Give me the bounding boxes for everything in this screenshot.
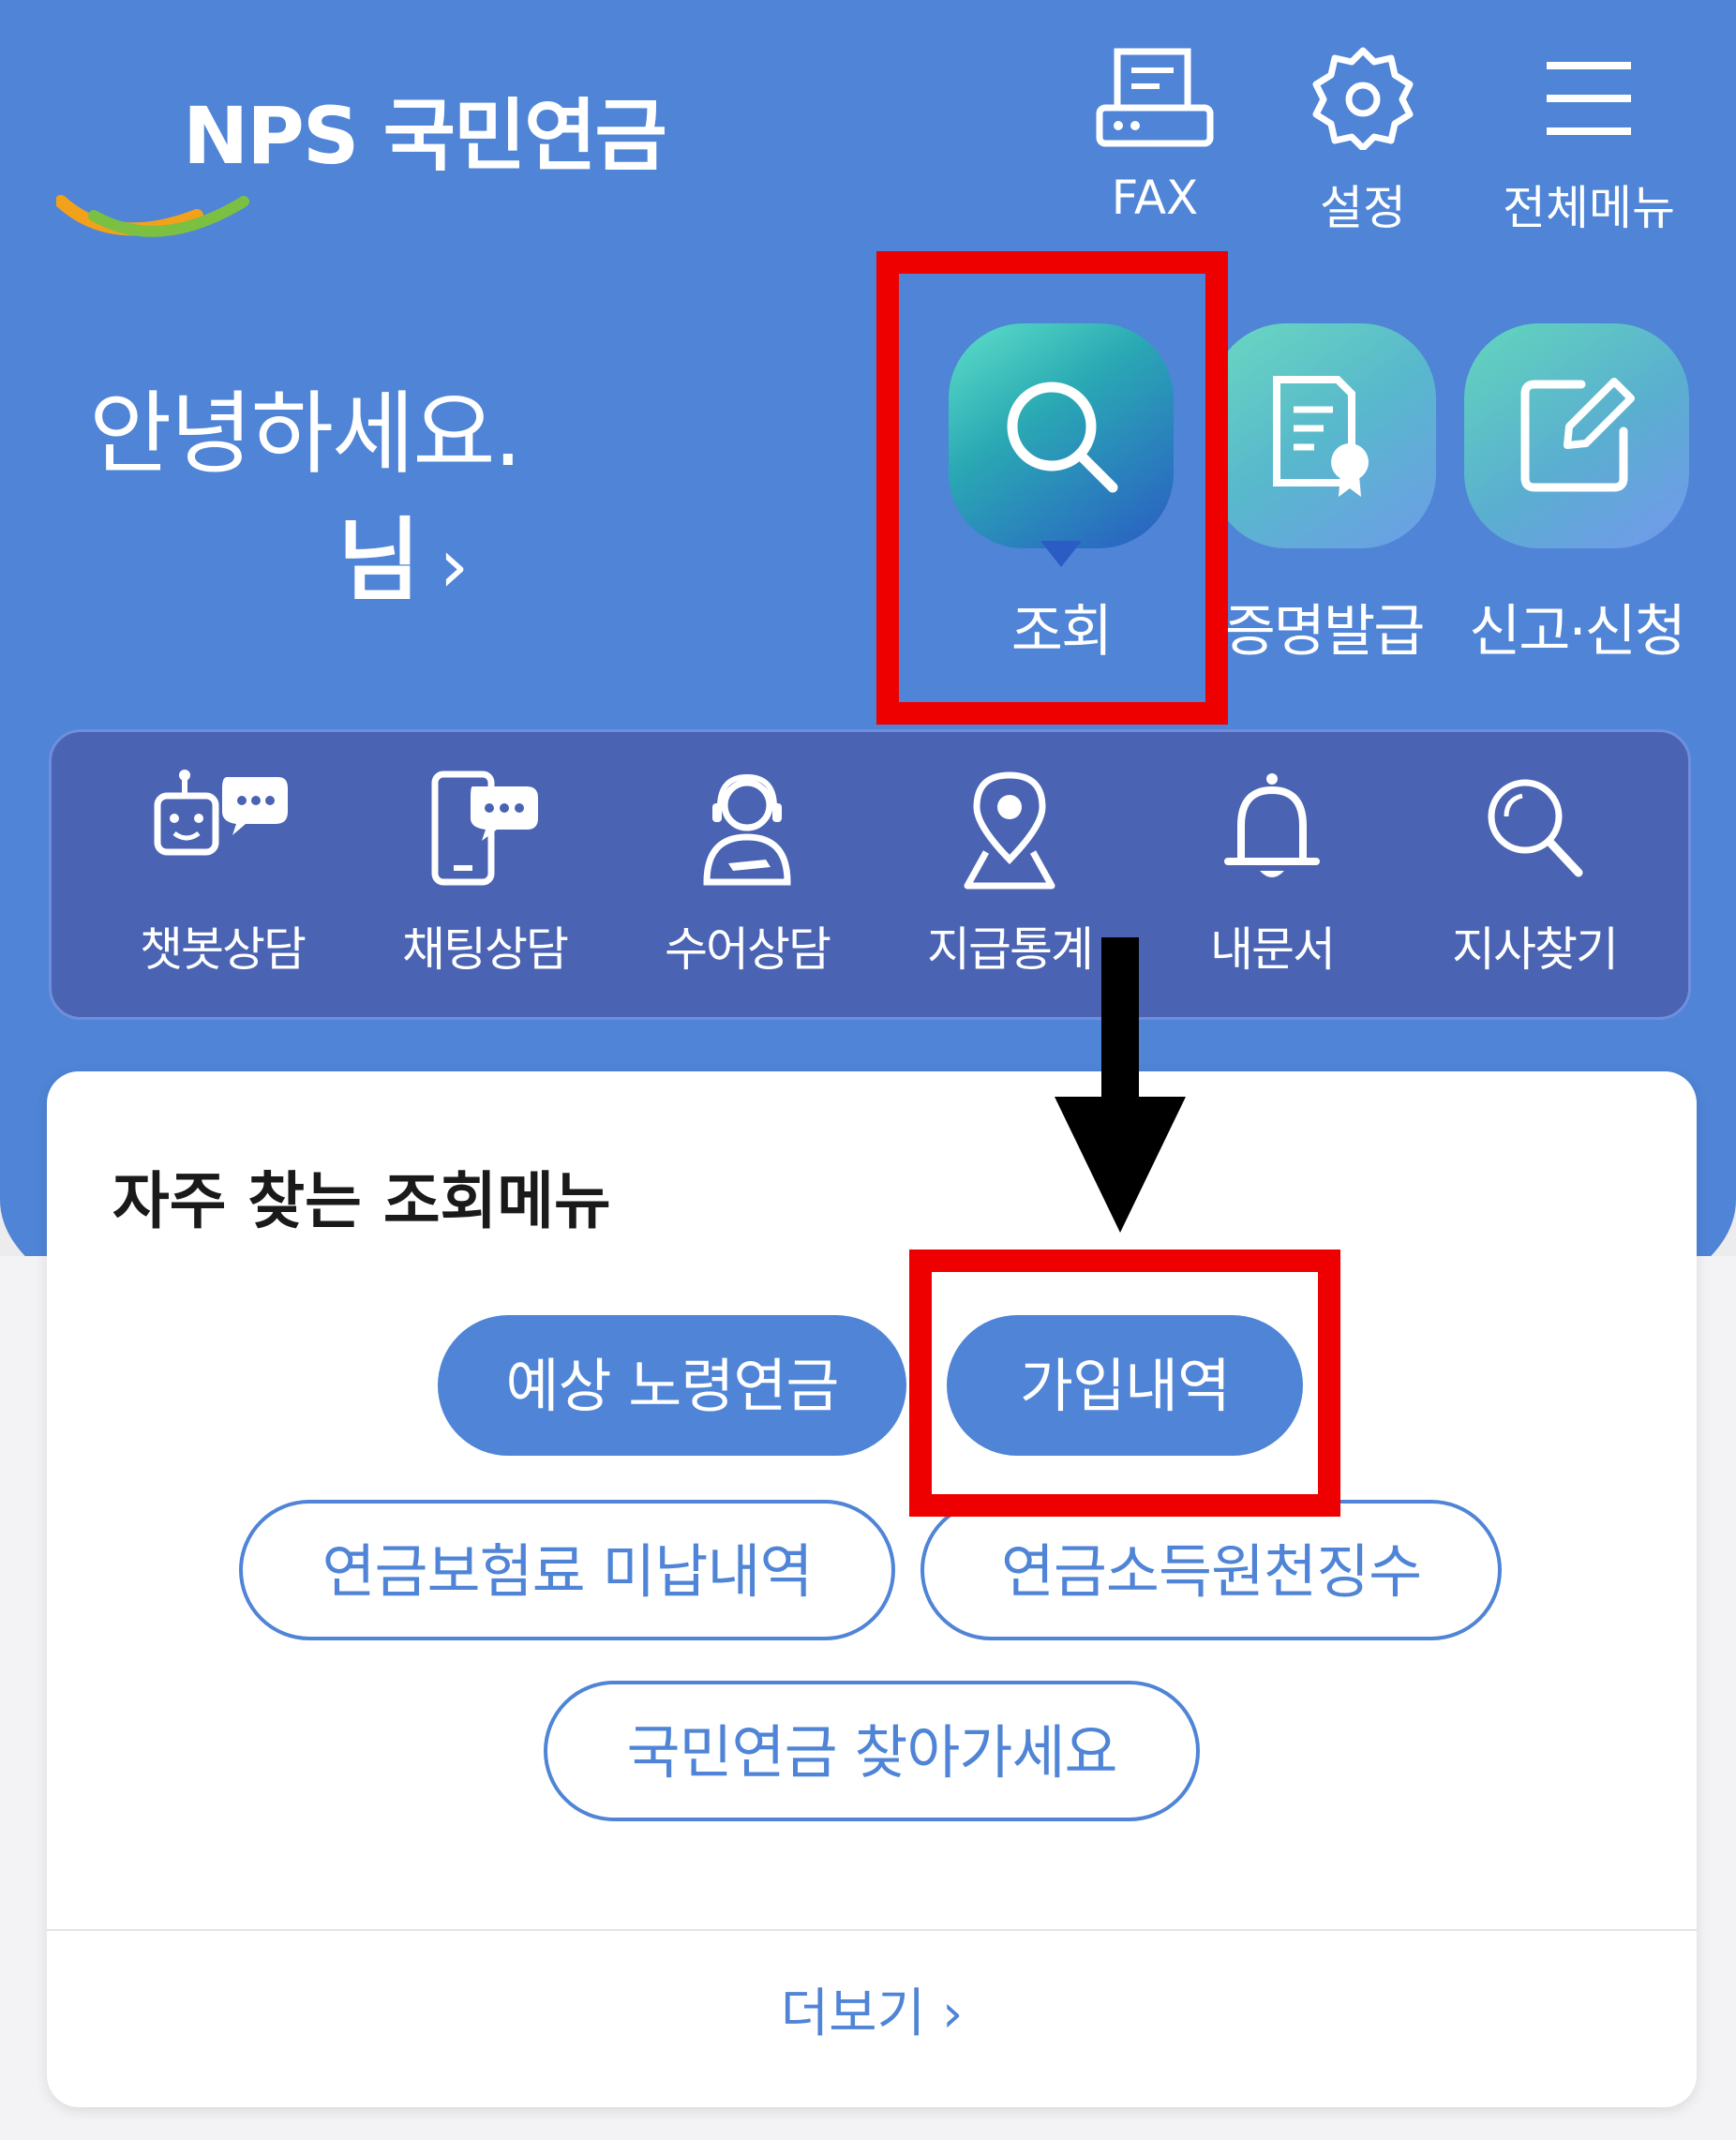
apply-label: 신고·신청 [1469, 599, 1686, 665]
highlight-box-inquiry [876, 251, 1228, 725]
quick-find-branch[interactable]: 지사찾기 [1403, 770, 1666, 995]
chatbot-icon [154, 770, 288, 856]
certificate-tile [1211, 323, 1436, 548]
pension-income-withholding-button[interactable]: 연금소득원천징수 [920, 1500, 1502, 1640]
chevron-right-icon: › [439, 522, 470, 609]
highlight-box-enrollment [909, 1250, 1340, 1517]
quick-find-branch-label: 지사찾기 [1452, 922, 1619, 977]
certificate-icon [1273, 376, 1369, 497]
settings-button[interactable]: 설정 [1260, 47, 1466, 235]
settings-label: 설정 [1320, 181, 1406, 235]
quick-chatbot-label: 챗봇상담 [140, 922, 307, 977]
all-menu-label: 전체메뉴 [1503, 181, 1675, 235]
card-title: 자주 찾는 조회메뉴 [112, 1165, 611, 1237]
bell-icon [1224, 773, 1320, 877]
frequent-inquiry-card: 자주 찾는 조회메뉴 예상 노령연금 가입내역 연금보험료 미납내역 연금소득원… [47, 1071, 1697, 2107]
user-profile-link[interactable]: 님 › [337, 487, 469, 618]
quick-sign-language-label: 수어상담 [665, 922, 831, 977]
quick-chatbot[interactable]: 챗봇상담 [91, 770, 353, 995]
fax-label: FAX [1111, 171, 1199, 225]
greeting-text: 안녕하세요. [89, 382, 522, 486]
down-arrow-icon [1055, 937, 1186, 1233]
quick-chatting-label: 채팅상담 [402, 922, 569, 977]
all-menu-button[interactable]: 전체메뉴 [1486, 47, 1692, 235]
find-my-pension-button[interactable]: 국민연금 찾아가세요 [544, 1681, 1200, 1821]
unpaid-premium-button[interactable]: 연금보험료 미납내역 [239, 1500, 895, 1640]
chat-phone-icon [431, 771, 538, 886]
fax-icon [1096, 48, 1214, 147]
quick-sign-language[interactable]: 수어상담 [616, 770, 878, 995]
apply-tile [1464, 323, 1689, 548]
edit-icon [1520, 378, 1635, 492]
location-pin-icon [964, 771, 1055, 890]
user-suffix: 님 [337, 508, 421, 613]
quick-chatting[interactable]: 채팅상담 [353, 770, 616, 995]
gear-icon [1312, 47, 1414, 150]
expected-pension-button[interactable]: 예상 노령연금 [438, 1315, 906, 1456]
logo-text: NPS 국민연금 [183, 90, 667, 182]
shortcut-report-apply[interactable]: 신고·신청 [1464, 323, 1689, 665]
fax-button[interactable]: FAX [1052, 47, 1258, 234]
card-divider [47, 1929, 1697, 1931]
search-icon [1488, 779, 1583, 877]
hamburger-icon [1547, 62, 1631, 135]
shortcut-certificate[interactable]: 증명발급 [1211, 323, 1436, 665]
more-link[interactable]: 더보기 › [47, 1971, 1697, 2047]
quick-menu-bar: 챗봇상담 채팅상담 수어상담 지급통계 내문서 지사찾기 [49, 729, 1691, 1020]
sign-language-icon [703, 773, 791, 886]
nps-logo[interactable]: NPS 국민연금 [56, 89, 667, 237]
